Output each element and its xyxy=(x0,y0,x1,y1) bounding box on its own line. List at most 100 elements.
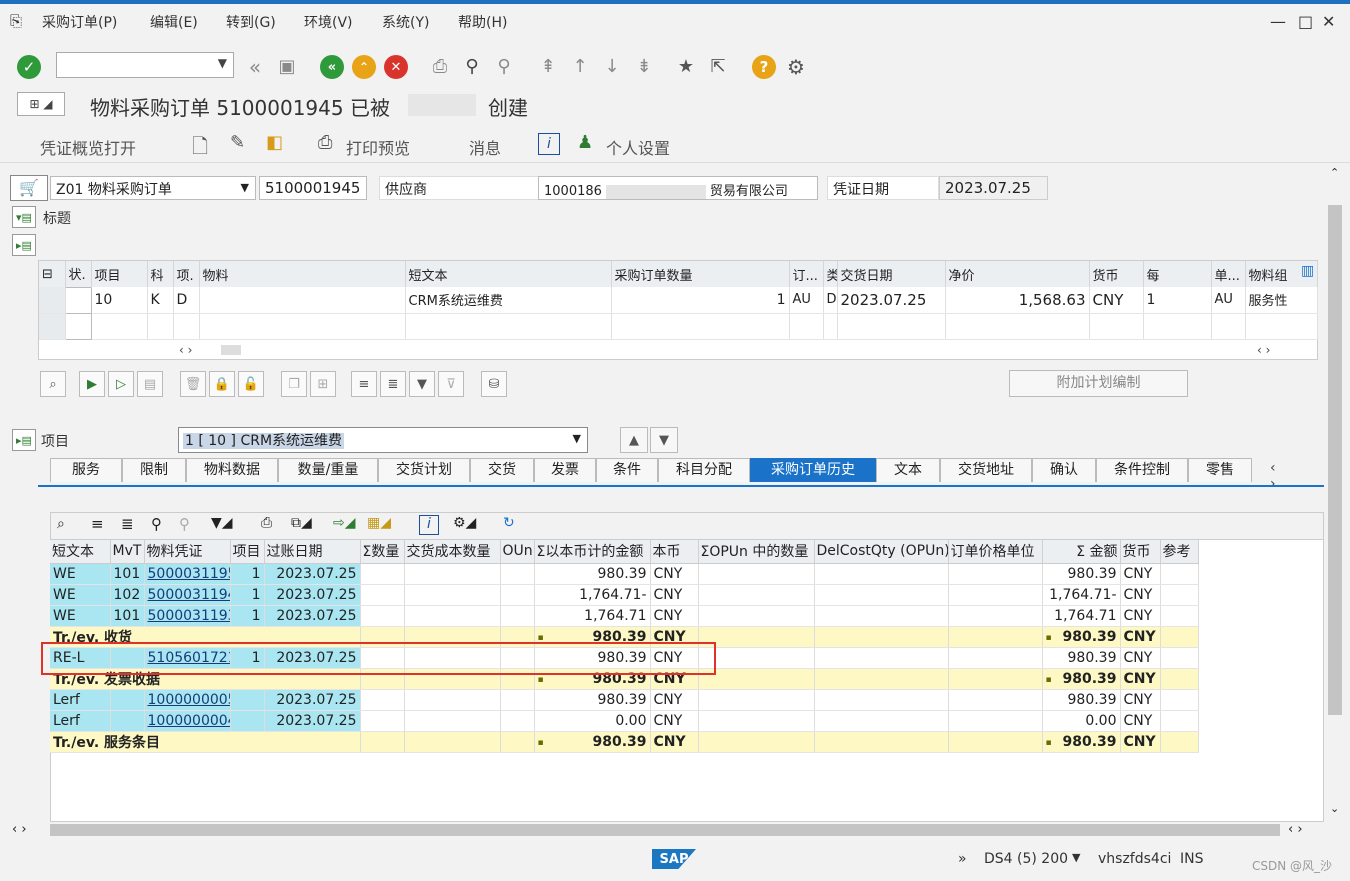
remove-filter-icon[interactable]: ⊽ xyxy=(438,371,464,397)
table-row[interactable]: Lerf 1000000005 2023.07.25 980.39 CNY 980.39 C… xyxy=(50,689,1199,711)
row-selector[interactable] xyxy=(39,313,66,340)
shopping-cart-icon[interactable]: 🛒 xyxy=(10,175,48,201)
exit-icon[interactable]: ⌃ xyxy=(352,55,376,79)
sort-descending-icon[interactable]: ≣ xyxy=(121,515,134,533)
col-po-quantity[interactable]: 采购订单数量 xyxy=(611,261,790,287)
col-account-assignment[interactable]: 科 xyxy=(147,261,174,287)
acct-cell[interactable]: K xyxy=(147,287,174,314)
tab-material-data[interactable]: 物料数据 xyxy=(186,458,278,482)
document-overview-button[interactable]: 凭证概览打开 xyxy=(40,135,136,159)
system-info[interactable]: DS4 (5) 200 xyxy=(984,851,1068,867)
row-selector[interactable] xyxy=(39,287,66,314)
shortcut-icon[interactable]: ⇱ xyxy=(706,55,730,79)
material-document-link[interactable]: 5000031195 xyxy=(144,563,231,585)
col-delivery-cost-qty[interactable]: 交货成本数量 xyxy=(404,540,501,564)
d-cell[interactable]: D xyxy=(823,287,838,314)
col-net-price[interactable]: 净价 xyxy=(945,261,1090,287)
col-oun[interactable]: OUn xyxy=(500,540,535,564)
enter-check-icon[interactable]: ✓ xyxy=(17,55,41,79)
col-short-text[interactable]: 短文本 xyxy=(405,261,612,287)
personal-settings-button[interactable]: 个人设置 xyxy=(606,135,670,159)
app-menu-icon[interactable]: ⎘ xyxy=(10,12,22,30)
col-unit[interactable]: 单... xyxy=(1211,261,1246,287)
paste-icon[interactable]: ⊞ xyxy=(310,371,336,397)
tab-account-assignment[interactable]: 科目分配 xyxy=(658,458,750,482)
history-settings-icon[interactable]: ⚙◢ xyxy=(453,515,476,531)
history-total-row[interactable]: Tr./ev. 服务条目 ▪ 980.39 CNY ▪ 980.39 CNY xyxy=(50,731,1199,753)
col-material-document[interactable]: 物料凭证 xyxy=(144,540,231,564)
col-movement-type[interactable]: MvT xyxy=(110,540,145,564)
cat-cell[interactable]: D xyxy=(173,287,200,314)
previous-item-up-icon[interactable]: ▲ xyxy=(620,427,648,453)
col-quantity[interactable]: Σ数量 xyxy=(360,540,405,564)
info-icon[interactable]: i xyxy=(419,515,439,535)
minimize-button[interactable]: — xyxy=(1270,12,1286,31)
filter-icon[interactable]: ▼◢ xyxy=(211,515,233,531)
export-icon[interactable]: ⇨◢ xyxy=(333,515,356,531)
copy-icon[interactable]: ❐ xyxy=(281,371,307,397)
tab-delivery-schedule[interactable]: 交货计划 xyxy=(378,458,470,482)
tab-limits[interactable]: 限制 xyxy=(122,458,186,482)
double-left-arrow-icon[interactable]: « xyxy=(244,56,266,78)
info-icon[interactable]: i xyxy=(538,133,560,155)
cancel-icon[interactable]: ✕ xyxy=(384,55,408,79)
last-page-icon[interactable]: ⇟ xyxy=(632,55,656,79)
find-next-icon[interactable]: ⚲ xyxy=(492,55,516,79)
material-document-link[interactable]: 1000000004 xyxy=(144,710,231,732)
col-delivery-date[interactable]: 交货日期 xyxy=(837,261,946,287)
tab-delivery[interactable]: 交货 xyxy=(470,458,534,482)
material-document-link-text[interactable]: 5000031195 xyxy=(148,566,230,582)
column-settings-icon[interactable]: ▥ xyxy=(1301,263,1314,279)
menu-goto[interactable]: 转到(G) xyxy=(226,12,276,32)
menu-purchase-order[interactable]: 采购订单(P) xyxy=(42,12,117,32)
col-material[interactable]: 物料 xyxy=(199,261,406,287)
new-session-icon[interactable]: ★ xyxy=(674,55,698,79)
table-row[interactable]: Lerf 1000000004 2023.07.25 0.00 CNY 0.00 CNY xyxy=(50,710,1199,732)
messages-button[interactable]: 消息 xyxy=(469,135,501,159)
select-block-icon[interactable]: ▤ xyxy=(137,371,163,397)
next-item-down-icon[interactable]: ▼ xyxy=(650,427,678,453)
col-reference[interactable]: 参考 xyxy=(1160,540,1199,564)
col-order-price-unit[interactable]: 订单价格单位 xyxy=(948,540,1043,564)
tab-retail[interactable]: 零售 xyxy=(1188,458,1252,482)
table-row[interactable]: 10 K D CRM系统运维费 1 AU D 2023.07.25 1,568.… xyxy=(39,286,1318,314)
col-currency[interactable]: 货币 xyxy=(1089,261,1144,287)
currency-cell[interactable]: CNY xyxy=(1089,287,1144,314)
tab-delivery-address[interactable]: 交货地址 xyxy=(940,458,1032,482)
tab-texts[interactable]: 文本 xyxy=(876,458,940,482)
price-cell[interactable]: 1,568.63 xyxy=(945,287,1090,314)
delete-icon[interactable]: 🗑 xyxy=(180,371,206,397)
tab-condition-control[interactable]: 条件控制 xyxy=(1096,458,1188,482)
tab-scroll-icon[interactable]: ‹ › xyxy=(1270,460,1276,492)
help-icon[interactable]: ? xyxy=(752,55,776,79)
settings-gear-icon[interactable]: ⚙ xyxy=(784,55,808,79)
select-all-icon[interactable]: ▶ xyxy=(79,371,105,397)
item-overview-expand-icon[interactable]: ▸▤ xyxy=(12,234,36,256)
menu-dropdown-icon[interactable]: ⊞ ◢ xyxy=(17,92,65,116)
material-document-link-text[interactable]: 1000000004 xyxy=(148,713,230,729)
tab-services[interactable]: 服务 xyxy=(50,458,122,482)
find-icon[interactable]: ⚲ xyxy=(460,55,484,79)
filter-icon[interactable]: ▼ xyxy=(409,371,435,397)
save-icon[interactable]: ▣ xyxy=(275,55,299,79)
status-expand-icon[interactable]: » xyxy=(958,851,967,867)
group-cell[interactable]: 服务性 xyxy=(1245,287,1318,314)
chevron-down-icon[interactable]: ▼ xyxy=(1072,851,1080,864)
scroll-thumb[interactable] xyxy=(221,345,241,355)
qty-cell[interactable]: 1 xyxy=(611,287,790,314)
material-document-link-text[interactable]: 5000031193 xyxy=(148,608,230,624)
tab-quantity-weight[interactable]: 数量/重量 xyxy=(278,458,378,482)
material-document-link[interactable]: 1000000005 xyxy=(144,689,231,711)
tab-conditions[interactable]: 条件 xyxy=(596,458,658,482)
scroll-right-icon[interactable]: ‹ › xyxy=(1257,343,1270,357)
col-local-amount[interactable]: Σ以本币计的金额 xyxy=(534,540,651,564)
maximize-button[interactable]: □ xyxy=(1298,12,1313,31)
col-order-unit[interactable]: 订... xyxy=(789,261,824,287)
vertical-scrollbar[interactable] xyxy=(1328,205,1342,715)
details-icon[interactable]: ⌕ xyxy=(57,516,65,532)
scroll-left-icon[interactable]: ‹ › xyxy=(12,822,27,837)
display-change-icon[interactable]: ✎ xyxy=(230,132,245,153)
item-cell[interactable]: 10 xyxy=(91,287,148,314)
col-status[interactable]: 状. xyxy=(65,261,92,287)
col-amount[interactable]: Σ 金额 xyxy=(1042,540,1121,564)
